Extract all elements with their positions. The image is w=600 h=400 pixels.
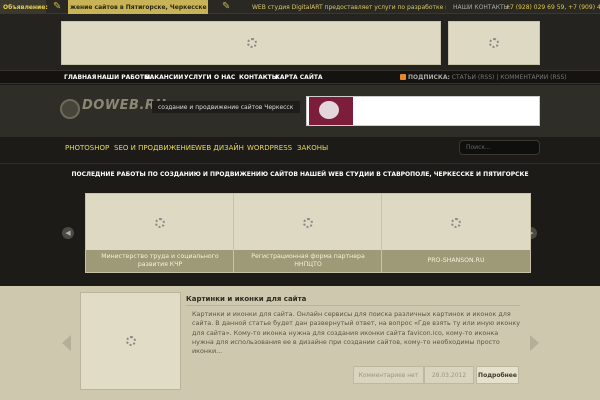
post-title[interactable]: Картинки и иконки для сайта (186, 295, 306, 303)
work-card-caption-line: Министерство труда и социального (101, 253, 219, 260)
work-card-caption-line: развития КЧР (137, 261, 183, 269)
work-card[interactable]: Министерство труда и социального развити… (85, 193, 235, 273)
work-card-caption: PRO-SHANSON.RU (382, 250, 530, 272)
search-input[interactable]: Поиск... (459, 140, 540, 155)
category-laws[interactable]: ЗАКОНЫ (297, 144, 328, 152)
main-nav: ГЛАВНАЯ НАШИ РАБОТЫ ВАКАНСИИ УСЛУГИ О НА… (0, 70, 600, 84)
nav-item-works[interactable]: НАШИ РАБОТЫ (97, 74, 150, 81)
loading-spinner-icon (247, 38, 257, 48)
subscribe-links[interactable]: ПОДПИСКА: СТАТЬИ (RSS) | КОММЕНТАРИИ (RS… (408, 74, 567, 81)
nav-item-contacts[interactable]: КОНТАКТЫ (239, 74, 278, 81)
work-card-caption: Регистрационная форма партнера ННПЦТО (234, 250, 382, 272)
works-section-title: ПОСЛЕДНИЕ РАБОТЫ ПО СОЗДАНИЮ И ПРОДВИЖЕН… (71, 171, 529, 178)
nav-item-services[interactable]: УСЛУГИ (184, 74, 211, 81)
contacts-label: НАШИ КОНТАКТЫ: (453, 4, 511, 11)
rss-icon (400, 74, 406, 80)
category-seo[interactable]: SEO И ПРОДВИЖЕНИЕ (114, 144, 195, 152)
loading-spinner-icon (155, 218, 165, 228)
work-card[interactable]: PRO-SHANSON.RU (381, 193, 531, 273)
loading-spinner-icon (303, 218, 313, 228)
pin-icon: ✎ (53, 1, 62, 12)
nav-item-about[interactable]: О НАС (214, 74, 235, 81)
loading-spinner-icon (126, 336, 136, 346)
promo-banner[interactable] (306, 96, 540, 126)
category-photoshop[interactable]: PHOTOSHOP (65, 144, 109, 152)
arrow-right-icon[interactable] (530, 335, 539, 351)
post-excerpt: Картинки и иконки для сайта. Онлайн серв… (192, 310, 521, 356)
ad-banner-small[interactable] (448, 21, 540, 65)
work-card[interactable]: Регистрационная форма партнера ННПЦТО (233, 193, 383, 273)
subscribe-label: ПОДПИСКА: (408, 74, 450, 81)
work-card-caption-line: Регистрационная форма партнера (251, 253, 365, 260)
category-wordpress[interactable]: WORDPRESS (247, 144, 292, 152)
read-more-button[interactable]: Подробнее (476, 366, 519, 384)
post-date: 28.03.2012 (424, 366, 474, 384)
promo-image (309, 97, 353, 125)
contacts-phones: +7 (928) 029 69 59, +7 (909) 493 69 59 (505, 4, 600, 11)
pin-icon: ✎ (222, 1, 231, 12)
loading-spinner-icon (489, 38, 499, 48)
category-webdesign[interactable]: WEB ДИЗАЙН (195, 144, 244, 152)
category-nav: PHOTOSHOP SEO И ПРОДВИЖЕНИЕ WEB ДИЗАЙН W… (60, 140, 450, 156)
work-card-caption: Министерство труда и социального развити… (86, 250, 234, 272)
arrow-left-icon[interactable]: ◀ (62, 227, 74, 239)
nav-item-sitemap[interactable]: КАРТА САЙТА (275, 74, 323, 81)
work-card-caption-line: ННПЦТО (294, 261, 322, 269)
site-slogan: создание и продвижение сайтов Черкесск (152, 101, 300, 113)
subscribe-rss-links[interactable]: СТАТЬИ (RSS) | КОММЕНТАРИИ (RSS) (452, 74, 567, 81)
logo-icon[interactable] (60, 99, 80, 119)
divider (0, 163, 600, 164)
arrow-left-icon[interactable] (62, 335, 71, 351)
announcement-label: Объявление: (0, 0, 48, 14)
announcement-bar: Объявление: ✎ жение сайтов в Пятигорске,… (0, 0, 600, 14)
post-thumbnail[interactable] (80, 292, 181, 390)
post-divider (186, 305, 520, 306)
nav-item-vacancies[interactable]: ВАКАНСИИ (145, 74, 183, 81)
loading-spinner-icon (451, 218, 461, 228)
work-card-caption-line: PRO-SHANSON.RU (427, 257, 485, 264)
post-comments-count[interactable]: Комментариев нет (353, 366, 424, 384)
nav-item-home[interactable]: ГЛАВНАЯ (64, 74, 96, 81)
ad-banner-large[interactable] (61, 21, 441, 65)
announcement-ticker[interactable]: WEB студия DigitalART предоставляет услу… (252, 4, 446, 11)
announcement-text[interactable]: жение сайтов в Пятигорске, Черкесске и С… (68, 0, 208, 14)
